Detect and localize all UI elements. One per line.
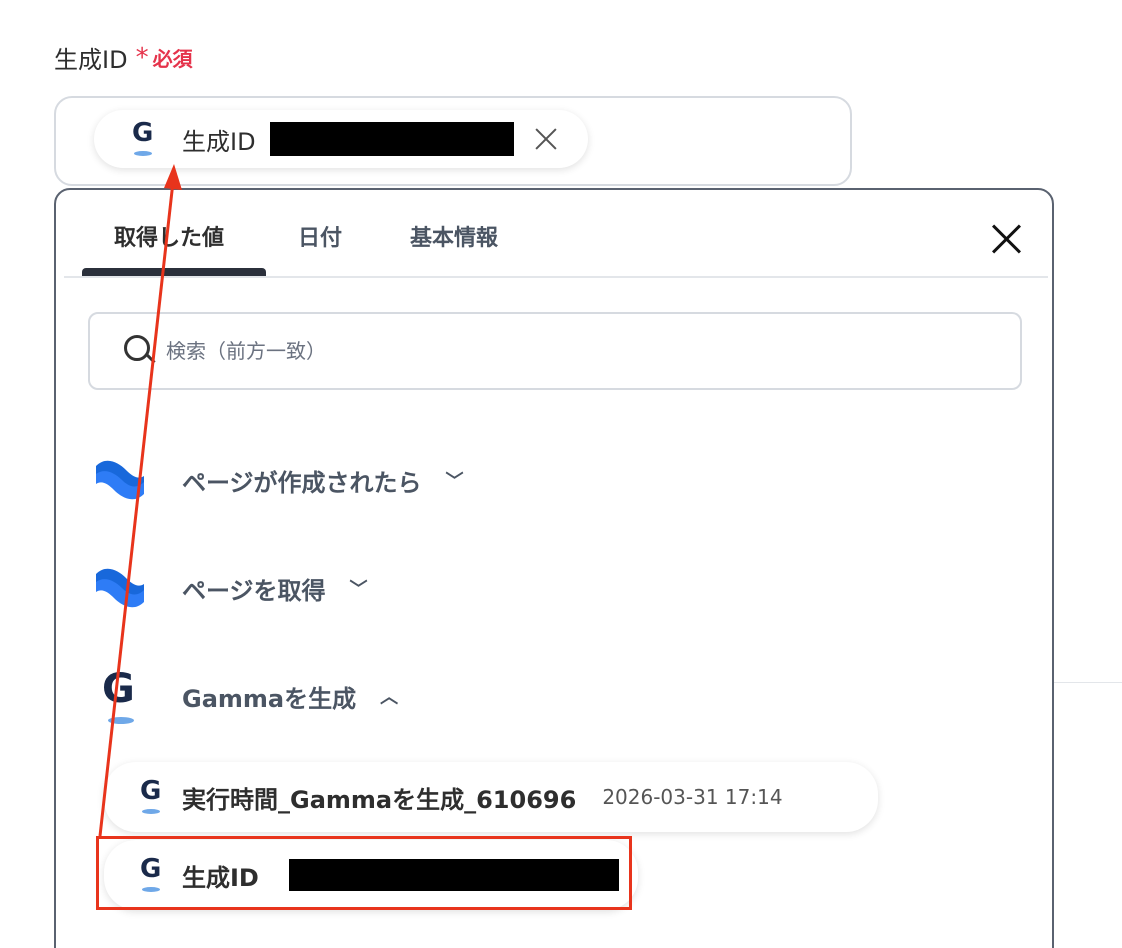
variable-item-execution-time[interactable]: G 実行時間_Gammaを生成_610696 2026-03-31 17:14 bbox=[104, 762, 878, 832]
variable-picker-panel: 取得した値 日付 基本情報 ページが作成されたら ﹀ ページを bbox=[54, 188, 1054, 948]
group-label: ページが作成されたら bbox=[182, 468, 422, 497]
close-panel-icon[interactable] bbox=[990, 222, 1022, 254]
group-page-created[interactable]: ページが作成されたら ﹀ bbox=[92, 452, 464, 508]
group-get-page[interactable]: ページを取得 ﹀ bbox=[92, 560, 368, 616]
confluence-icon bbox=[96, 568, 144, 608]
tab-bar: 取得した値 日付 基本情報 bbox=[64, 190, 1048, 278]
item-label: 生成ID bbox=[182, 863, 259, 892]
remove-chip-icon[interactable] bbox=[532, 125, 560, 153]
tab-date[interactable]: 日付 bbox=[298, 220, 342, 252]
redacted-value bbox=[269, 122, 514, 156]
tab-acquired-values[interactable]: 取得した値 bbox=[114, 220, 224, 252]
gamma-icon: G bbox=[138, 854, 166, 892]
field-label: 生成ID * 必須 bbox=[54, 40, 193, 75]
confluence-icon bbox=[96, 460, 144, 500]
search-box[interactable] bbox=[88, 312, 1022, 390]
background-divider bbox=[1054, 682, 1122, 683]
gamma-icon: G bbox=[130, 118, 158, 156]
page: 生成ID * 必須 G 生成ID 取得した値 日付 基本情報 検索（前方一致） … bbox=[0, 0, 1122, 948]
group-generate-gamma[interactable]: G Gammaを生成 ︿ bbox=[92, 666, 399, 724]
tab-basic-info[interactable]: 基本情報 bbox=[410, 220, 498, 252]
group-label: Gammaを生成 bbox=[182, 684, 357, 713]
field-label-text: 生成ID bbox=[54, 46, 128, 74]
item-label: 実行時間_Gammaを生成_610696 bbox=[182, 785, 577, 814]
gamma-icon: G bbox=[92, 666, 148, 724]
required-asterisk: * bbox=[135, 42, 149, 73]
search-input[interactable] bbox=[164, 338, 988, 364]
selected-variable-chip[interactable]: G 生成ID bbox=[94, 110, 588, 168]
group-label: ページを取得 bbox=[182, 576, 326, 605]
required-badge: 必須 bbox=[152, 47, 193, 71]
gamma-icon: G bbox=[138, 776, 166, 814]
search-icon bbox=[124, 335, 156, 367]
redacted-value bbox=[288, 859, 619, 891]
active-tab-indicator bbox=[82, 268, 266, 276]
item-value: 2026-03-31 17:14 bbox=[602, 785, 783, 809]
chevron-down-icon: ﹀ bbox=[349, 579, 368, 600]
chip-label: 生成ID bbox=[182, 127, 256, 156]
chevron-up-icon: ︿ bbox=[380, 687, 399, 708]
variable-item-generation-id[interactable]: G 生成ID bbox=[104, 840, 638, 910]
chevron-down-icon: ﹀ bbox=[445, 471, 464, 492]
